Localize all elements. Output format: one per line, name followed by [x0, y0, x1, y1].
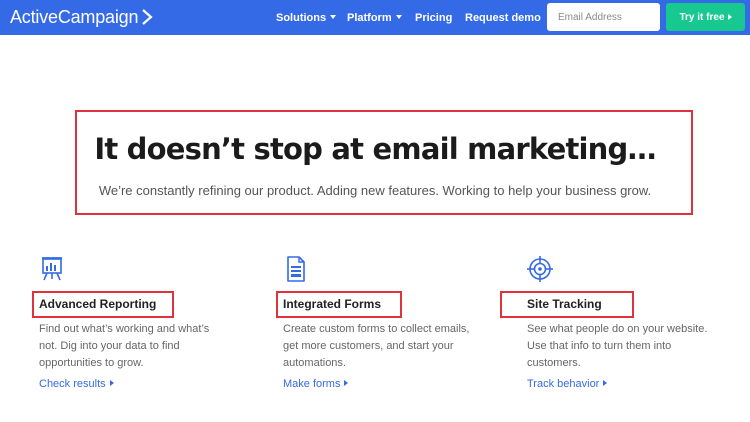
check-results-link[interactable]: Check results	[39, 378, 114, 390]
check-results-label: Check results	[39, 378, 106, 390]
feature-desc-integrated-forms: Create custom forms to collect emails, g…	[283, 323, 470, 369]
nav-platform-label: Platform	[347, 11, 392, 24]
caret-right-icon	[603, 380, 608, 387]
logo-text: ActiveCampaign	[10, 6, 139, 27]
email-input[interactable]	[547, 3, 660, 31]
nav-platform[interactable]: Platform	[347, 0, 402, 35]
logo[interactable]: ActiveCampaign	[10, 7, 153, 27]
presentation-chart-icon	[42, 257, 62, 281]
feature-title-integrated-forms: Integrated Forms	[283, 297, 382, 311]
make-forms-label: Make forms	[283, 378, 341, 390]
track-behavior-link[interactable]: Track behavior	[527, 378, 608, 390]
nav-pricing-label: Pricing	[415, 11, 453, 24]
nav-request-demo[interactable]: Request demo	[465, 0, 541, 35]
try-it-free-button[interactable]: Try it free	[666, 3, 745, 31]
caret-right-icon	[344, 380, 349, 387]
caret-right-icon	[109, 380, 114, 387]
chevron-down-icon	[395, 14, 402, 19]
nav-pricing[interactable]: Pricing	[415, 0, 452, 35]
target-crosshair-icon	[527, 256, 553, 282]
hero-title: It doesn’t stop at email marketing…	[94, 132, 656, 166]
nav-solutions-label: Solutions	[276, 11, 327, 24]
hero-subtitle: We’re constantly refining our product. A…	[98, 183, 652, 198]
top-nav-bar: ActiveCampaign Solutions Platform Pricin…	[0, 0, 750, 35]
track-behavior-label: Track behavior	[527, 378, 600, 390]
caret-right-icon	[727, 14, 732, 20]
nav-request-demo-label: Request demo	[465, 11, 541, 24]
try-it-free-label: Try it free	[679, 11, 725, 23]
nav-solutions[interactable]: Solutions	[276, 0, 337, 35]
logo-chevron-icon	[142, 9, 153, 25]
feature-desc-site-tracking: See what people do on your website. Use …	[527, 323, 708, 369]
feature-desc-advanced-reporting: Find out what’s working and what’s not. …	[39, 323, 210, 369]
form-document-icon	[287, 256, 305, 282]
chevron-down-icon	[330, 14, 337, 19]
make-forms-link[interactable]: Make forms	[283, 378, 349, 390]
feature-title-advanced-reporting: Advanced Reporting	[39, 297, 157, 311]
feature-title-site-tracking: Site Tracking	[527, 297, 602, 311]
